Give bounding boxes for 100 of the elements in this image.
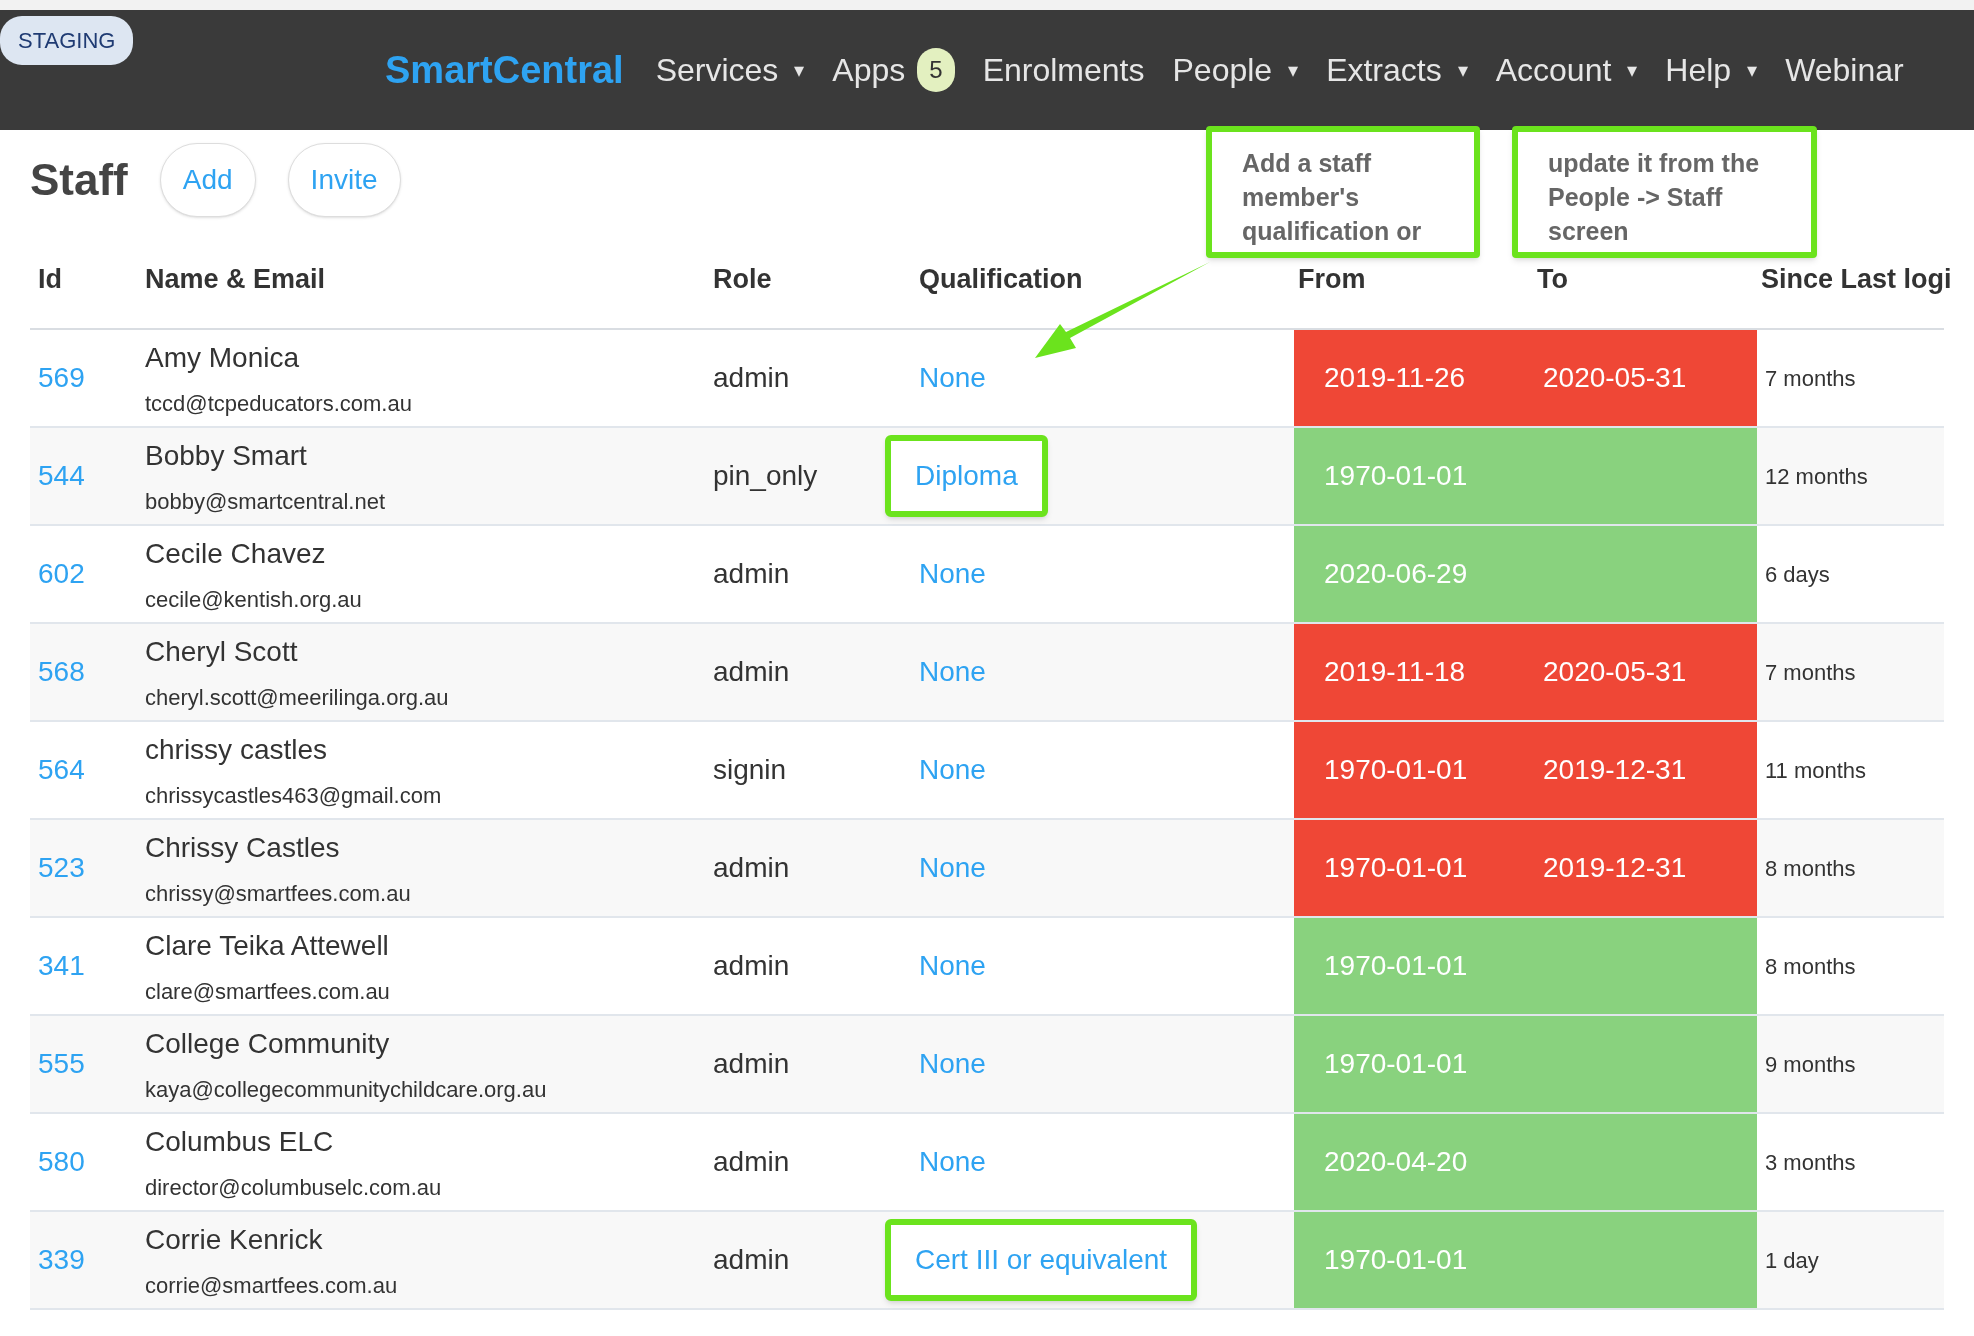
caret-icon: ▾	[1747, 55, 1758, 85]
staff-id-link[interactable]: 339	[30, 1239, 141, 1281]
from-date: 2020-06-29	[1324, 557, 1468, 591]
last-login-text: 8 months	[1764, 854, 1857, 883]
staff-name: Cecile Chavez	[145, 536, 327, 571]
staff-id-link[interactable]: 341	[30, 945, 141, 987]
role-text: pin_only	[712, 459, 819, 493]
staff-name: College Community	[145, 1026, 391, 1061]
staff-email: corrie@smartfees.com.au	[145, 1271, 399, 1300]
last-login-text: 3 months	[1764, 1148, 1857, 1177]
staff-email: kaya@collegecommunitychildcare.org.au	[145, 1075, 548, 1104]
page-title: Staff	[30, 154, 128, 206]
last-login-text: 7 months	[1764, 658, 1857, 687]
staff-id-link[interactable]: 580	[30, 1141, 141, 1183]
from-date: 1970-01-01	[1324, 949, 1468, 983]
staff-name: Columbus ELC	[145, 1124, 335, 1159]
qualification-link[interactable]: Cert III or equivalent	[885, 1219, 1198, 1301]
staff-id-link[interactable]: 569	[30, 357, 141, 399]
role-text: admin	[712, 949, 791, 983]
staff-email: bobby@smartcentral.net	[145, 487, 386, 516]
staff-email: director@columbuselc.com.au	[145, 1173, 443, 1202]
role-text: admin	[712, 1243, 791, 1277]
staff-name: Bobby Smart	[145, 438, 308, 473]
qualification-link[interactable]: None	[919, 945, 986, 987]
callout-text: update it from the People -> Staff screen	[1548, 148, 1761, 247]
qualification-link[interactable]: None	[919, 651, 986, 693]
count-badge: 5	[917, 48, 955, 92]
from-date: 1970-01-01	[1324, 1047, 1468, 1081]
qualification-link[interactable]: None	[919, 553, 986, 595]
from-date: 1970-01-01	[1324, 753, 1468, 787]
qualification-link[interactable]: None	[919, 1043, 986, 1085]
to-date: 2020-05-31	[1543, 655, 1687, 689]
staff-id-link[interactable]: 555	[30, 1043, 141, 1085]
to-date: 2019-12-31	[1543, 753, 1687, 787]
last-login-text: 12 months	[1764, 462, 1869, 491]
nav-link[interactable]: Enrolments	[982, 46, 1145, 94]
from-date: 1970-01-01	[1324, 1243, 1468, 1277]
staff-name: Clare Teika Attewell	[145, 928, 390, 963]
last-login-text: 8 months	[1764, 952, 1857, 981]
nav-link[interactable]: People	[1172, 46, 1273, 94]
column-header: Name & Email	[144, 262, 327, 296]
caret-icon: ▾	[794, 55, 805, 85]
column-header: From	[1297, 262, 1367, 296]
action-button[interactable]: Invite	[287, 143, 401, 217]
qualification-link[interactable]: Diploma	[885, 435, 1048, 517]
staff-id-link[interactable]: 564	[30, 749, 141, 791]
caret-icon: ▾	[1288, 55, 1299, 85]
role-text: admin	[712, 655, 791, 689]
caret-icon: ▾	[1627, 55, 1638, 85]
role-text: admin	[712, 361, 791, 395]
from-date: 2019-11-26	[1324, 361, 1466, 395]
column-header: Id	[37, 262, 63, 296]
qualification-link[interactable]: None	[919, 749, 986, 791]
staff-name: Amy Monica	[145, 340, 301, 375]
to-date: 2019-12-31	[1543, 851, 1687, 885]
staff-name: Corrie Kenrick	[145, 1222, 324, 1257]
role-text: admin	[712, 1145, 791, 1179]
column-header: Qualification	[918, 262, 1084, 296]
staff-email: cecile@kentish.org.au	[145, 585, 363, 614]
staff-name: chrissy castles	[145, 732, 329, 767]
staff-email: clare@smartfees.com.au	[145, 977, 391, 1006]
last-login-text: 11 months	[1764, 756, 1868, 785]
to-date: 2020-05-31	[1543, 361, 1687, 395]
caret-icon: ▾	[1457, 55, 1468, 85]
qualification-link[interactable]: None	[919, 357, 986, 399]
from-date: 2020-04-20	[1324, 1145, 1468, 1179]
nav-link[interactable]: Extracts	[1326, 46, 1442, 94]
last-login-text: 1 day	[1764, 1246, 1820, 1275]
column-header: Role	[712, 262, 773, 296]
staff-id-link[interactable]: 523	[30, 847, 141, 889]
nav-link[interactable]: Webinar	[1785, 46, 1904, 94]
action-button[interactable]: Add	[159, 143, 256, 217]
column-header: To	[1536, 262, 1569, 296]
qualification-link[interactable]: None	[919, 1141, 986, 1183]
staff-email: chrissycastles463@gmail.com	[145, 781, 443, 810]
callout-text: Add a staff member's qualification or	[1242, 148, 1423, 247]
staff-email: tccd@tcpeducators.com.au	[145, 389, 413, 418]
last-login-text: 9 months	[1764, 1050, 1857, 1079]
from-date: 1970-01-01	[1324, 459, 1468, 493]
role-text: signin	[712, 753, 788, 787]
brand-logo[interactable]: SmartCentral	[385, 41, 624, 99]
nav-link[interactable]: Services	[655, 46, 779, 94]
role-text: admin	[712, 557, 791, 591]
role-text: admin	[712, 1047, 791, 1081]
column-header: Since Last logi	[1760, 262, 1952, 296]
env-badge: STAGING	[0, 16, 134, 65]
nav-link[interactable]: Help	[1665, 46, 1732, 94]
staff-id-link[interactable]: 544	[30, 455, 141, 497]
qualification-link[interactable]: None	[919, 847, 986, 889]
from-date: 1970-01-01	[1324, 851, 1468, 885]
last-login-text: 6 days	[1764, 560, 1831, 589]
role-text: admin	[712, 851, 791, 885]
nav-link[interactable]: Apps	[832, 46, 906, 94]
staff-id-link[interactable]: 568	[30, 651, 141, 693]
from-date: 2019-11-18	[1324, 655, 1466, 689]
staff-email: chrissy@smartfees.com.au	[145, 879, 412, 908]
staff-id-link[interactable]: 602	[30, 553, 141, 595]
staff-email: cheryl.scott@meerilinga.org.au	[145, 683, 450, 712]
nav-link[interactable]: Account	[1495, 46, 1612, 94]
last-login-text: 7 months	[1764, 364, 1857, 393]
